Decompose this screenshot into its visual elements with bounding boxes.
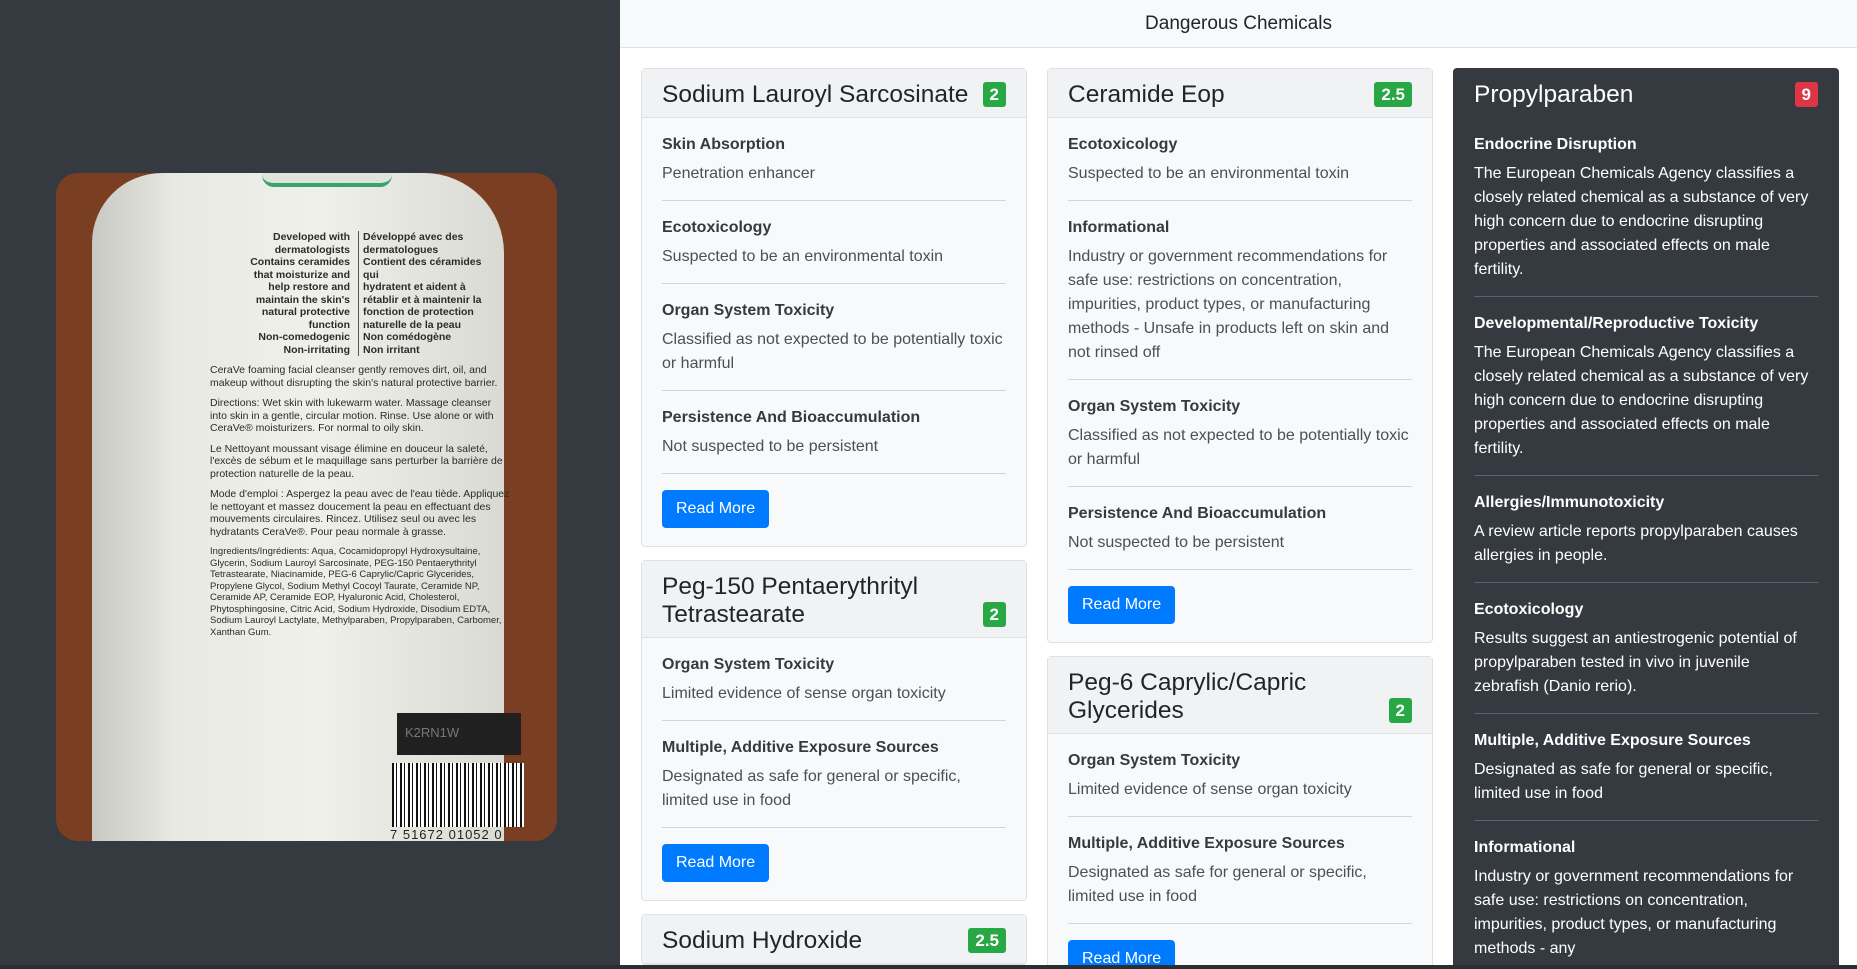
hazard-item: Organ System Toxicity Classified as not e… [662,284,1006,391]
chemical-name: Peg-6 Caprylic/Capric Glycerides [1068,669,1307,724]
card-header: Propylparaben 9 [1454,69,1838,118]
card-header: Ceramide Eop 2.5 [1048,69,1432,118]
column-1: Sodium Lauroyl Sarcosinate 2 Skin Absorp… [641,68,1027,969]
label-para: Mode d'emploi : Aspergez la peau avec de… [210,488,510,538]
hazard-item: Ecotoxicology Results suggest an antiestr… [1474,583,1818,714]
chemical-card: Peg-6 Caprylic/Capric Glycerides 2 Organ… [1047,656,1433,969]
barcode-number: 7 51672 01052 0 [390,827,503,841]
page-title: Dangerous Chemicals [620,0,1857,48]
product-photo: Developed with dermatologists Contains ce… [56,173,557,841]
label-para: CeraVe foaming facial cleanser gently re… [210,364,498,389]
hazard-item: Skin Absorption Penetration enhancer [662,118,1006,201]
hazard-item: Organ System Toxicity Classified as not e… [1068,380,1412,487]
chemical-name: Sodium Lauroyl Sarcosinate [662,81,969,108]
hazard-score-badge: 2 [1388,698,1412,723]
hazard-item: Multiple, Additive Exposure Sources Desig… [1474,714,1818,821]
taskbar-edge [0,965,1857,969]
card-header: Peg-6 Caprylic/Capric Glycerides 2 [1048,657,1432,734]
hazard-item: Multiple, Additive Exposure Sources Desig… [662,721,1006,828]
hazard-item: Endocrine Disruption The European Chemica… [1474,118,1818,297]
hazard-score-badge: 2.5 [1374,82,1412,107]
hazard-item: Persistence And Bioaccumulation Not suspe… [662,391,1006,474]
chemical-card: Ceramide Eop 2.5 Ecotoxicology Suspected … [1047,68,1433,643]
hazard-score-badge: 2 [982,82,1006,107]
bottle-image: Developed with dermatologists Contains ce… [92,173,524,841]
chemical-name: Propylparaben [1474,81,1634,108]
label-para: Directions: Wet skin with lukewarm water… [210,397,494,434]
left-pane: Developed with dermatologists Contains ce… [0,0,620,969]
label-col-en: Developed with dermatologists Contains ce… [250,231,350,356]
hazard-item: Developmental/Reproductive Toxicity The E… [1474,297,1818,476]
hazard-item: Informational Industry or government reco… [1068,201,1412,380]
hazard-item: Ecotoxicology Suspected to be an environm… [1068,118,1412,201]
hazard-item: Ecotoxicology Suspected to be an environm… [662,201,1006,284]
barcode [392,763,524,827]
hazard-item: Organ System Toxicity Limited evidence of… [1068,734,1412,817]
label-ingredients: Ingredients/Ingrédients: Aqua, Cocamidop… [210,546,502,638]
hazard-item: Organ System Toxicity Limited evidence of… [662,638,1006,721]
label-para: Le Nettoyant moussant visage élimine en … [210,442,503,480]
chemical-card: Sodium Lauroyl Sarcosinate 2 Skin Absorp… [641,68,1027,547]
card-header: Sodium Hydroxide 2.5 [642,915,1026,964]
hazard-item: Allergies/Immunotoxicity A review article… [1474,476,1818,583]
chemical-name: Sodium Hydroxide [662,927,863,954]
hazard-item: Persistence And Bioaccumulation Not suspe… [1068,487,1412,570]
results-pane: Dangerous Chemicals Sodium Lauroyl Sarco… [620,0,1857,969]
chemical-card-high-hazard: Propylparaben 9 Endocrine Disruption The … [1453,68,1839,969]
card-header: Peg-150 Pentaerythrityl Tetrastearate 2 [642,561,1026,638]
hazard-item: Informational Industry or government reco… [1474,821,1818,969]
hazard-item: Multiple, Additive Exposure Sources Desig… [1068,817,1412,924]
bottle-cap [262,173,392,187]
read-more-button[interactable]: Read More [662,844,770,882]
hazard-score-badge: 2.5 [968,928,1006,953]
chemical-name: Peg-150 Pentaerythrityl Tetrastearate [662,573,919,628]
column-3: Propylparaben 9 Endocrine Disruption The … [1453,68,1839,969]
chemical-name: Ceramide Eop [1068,81,1225,108]
read-more-button[interactable]: Read More [1068,586,1176,624]
hazard-score-badge: 9 [1794,82,1818,107]
hazard-score-badge: 2 [982,602,1006,627]
column-2: Ceramide Eop 2.5 Ecotoxicology Suspected … [1047,68,1433,969]
chemical-card: Sodium Hydroxide 2.5 [641,914,1027,965]
label-col-fr: Développé avec des dermatologues Contient… [358,231,498,356]
card-header: Sodium Lauroyl Sarcosinate 2 [642,69,1026,118]
chemical-card: Peg-150 Pentaerythrityl Tetrastearate 2 … [641,560,1027,901]
label-text: Developed with dermatologists Contains ce… [210,231,510,638]
lot-code: K2RN1W [397,713,521,755]
read-more-button[interactable]: Read More [662,490,770,528]
